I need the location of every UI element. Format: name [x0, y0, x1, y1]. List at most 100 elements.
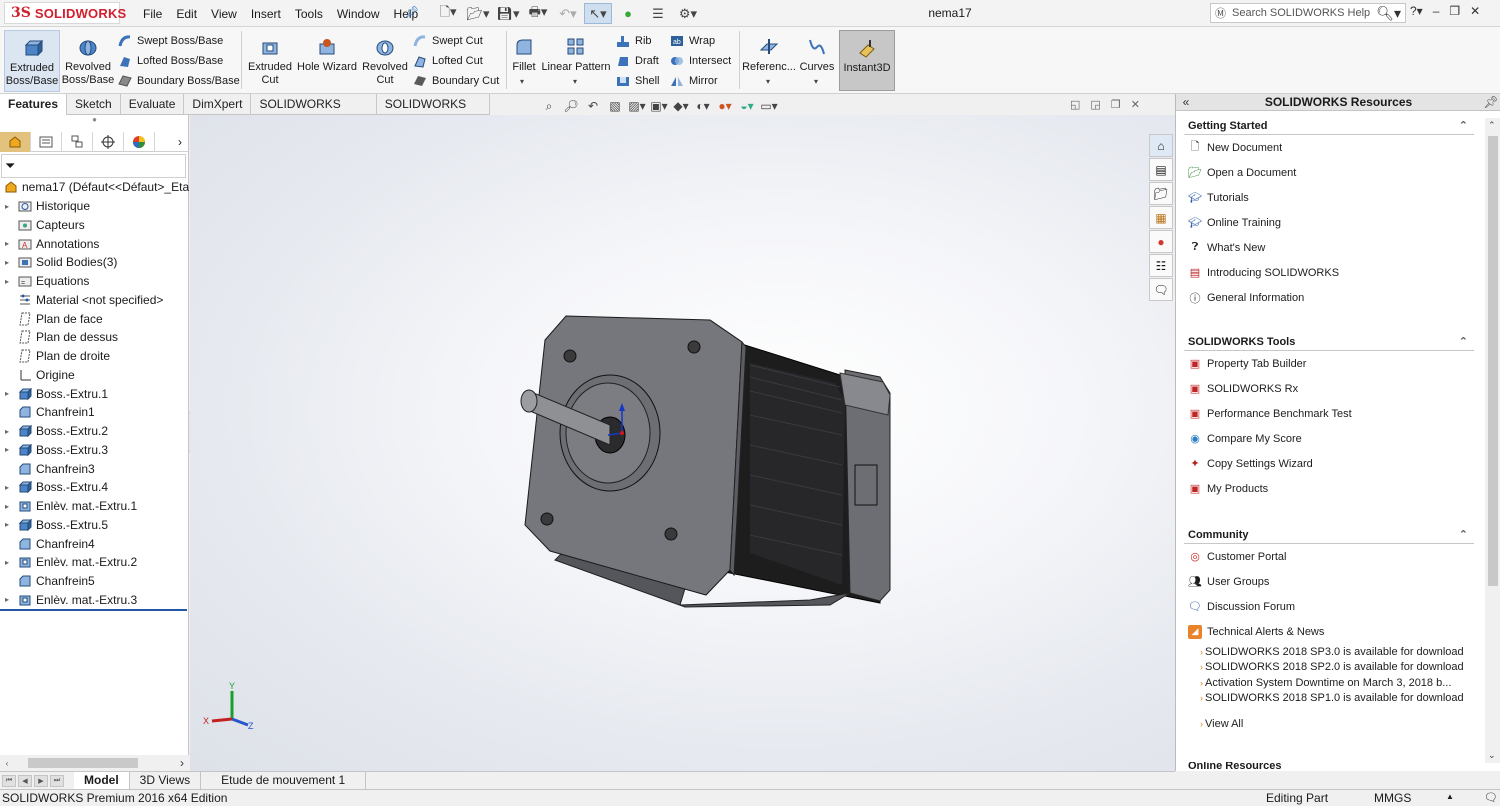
getting-started-header[interactable]: Getting Started ⌃ — [1184, 117, 1474, 135]
discussion-forum-link[interactable]: 🗨︎ Discussion Forum — [1184, 594, 1474, 619]
tree-item[interactable]: ▸ Boss.-Extru.4 — [0, 478, 189, 497]
customer-portal-link[interactable]: ◎ Customer Portal — [1184, 544, 1474, 569]
intersect-button[interactable]: Intersect — [670, 52, 731, 70]
unit-system[interactable]: MMGS — [1374, 791, 1411, 805]
scroll-thumb[interactable] — [28, 758, 138, 768]
menu-view[interactable]: View — [204, 7, 244, 21]
custom-properties-icon[interactable]: ☷ — [1149, 254, 1173, 277]
user-groups-link[interactable]: 👥︎ User Groups — [1184, 569, 1474, 594]
section-view-icon[interactable]: ▧ — [606, 98, 624, 114]
restore-icon[interactable]: ❐ — [1449, 4, 1460, 18]
tree-item[interactable]: ▸ Solid Bodies(3) — [0, 253, 189, 272]
vertical-scrollbar[interactable]: ⌃ ⌄ — [1485, 118, 1500, 763]
open-document-icon[interactable]: 📂︎▾ — [464, 3, 492, 24]
expand-arrow-icon[interactable]: ▸ — [0, 389, 14, 398]
solidworks-rx-link[interactable]: ▣ SOLIDWORKS Rx — [1184, 376, 1474, 401]
chevron-up-icon[interactable]: ⌃ — [1459, 119, 1468, 132]
hole-wizard-button[interactable]: Hole Wizard — [296, 30, 358, 92]
fillet-dropdown-icon[interactable]: ▾ — [520, 77, 524, 86]
tab-features[interactable]: Features — [0, 94, 68, 115]
magnifier-icon[interactable]: 🔍︎▾ — [1376, 5, 1405, 22]
menu-file[interactable]: File — [136, 7, 169, 21]
online-resources-header[interactable]: Online Resources — [1176, 762, 1485, 771]
horizontal-scrollbar[interactable]: ‹ › — [0, 755, 189, 771]
last-tab-icon[interactable]: ⏭ — [50, 774, 64, 787]
solidworks-tools-header[interactable]: SOLIDWORKS Tools ⌃ — [1184, 333, 1474, 351]
zoom-to-area-icon[interactable]: 🔎︎ — [562, 98, 580, 114]
solidworks-resources-home-icon[interactable]: ⌂ — [1149, 134, 1173, 157]
expand-arrow-icon[interactable]: ▸ — [0, 427, 14, 436]
expand-arrow-icon[interactable]: ▸ — [0, 558, 14, 567]
pin-panel-icon[interactable]: 📌︎ — [1481, 95, 1500, 109]
dimxpert-manager-tab-icon[interactable] — [93, 132, 124, 152]
next-tab-icon[interactable]: ▶ — [34, 774, 48, 787]
shell-button[interactable]: Shell — [616, 72, 659, 90]
revolved-cut-button[interactable]: Revolved Cut — [360, 30, 410, 92]
lofted-boss-button[interactable]: Lofted Boss/Base — [118, 52, 223, 70]
tree-item[interactable]: Material <not specified> — [0, 291, 189, 310]
expand-arrow-icon[interactable]: ▸ — [0, 445, 14, 454]
help-question-icon[interactable]: ?▾ — [1410, 4, 1423, 18]
tree-item[interactable]: Plan de droite — [0, 347, 189, 366]
tree-item[interactable]: ▸ Boss.-Extru.5 — [0, 516, 189, 535]
tab-motion-study[interactable]: Etude de mouvement 1 — [201, 771, 367, 790]
revolved-boss-button[interactable]: Revolved Boss/Base — [62, 30, 114, 92]
swept-boss-button[interactable]: Swept Boss/Base — [118, 32, 223, 50]
instant3d-button[interactable]: Instant3D — [839, 30, 895, 91]
quick-tips-icon[interactable]: 🗨︎ — [1484, 791, 1498, 804]
expand-arrow-icon[interactable]: ▸ — [0, 520, 14, 529]
introducing-solidworks-link[interactable]: ▤ Introducing SOLIDWORKS — [1184, 260, 1474, 285]
compare-my-score-link[interactable]: ◉ Compare My Score — [1184, 426, 1474, 451]
previous-view-icon[interactable]: ↶ — [584, 98, 602, 114]
print-icon[interactable]: 🖶︎▾ — [524, 3, 552, 24]
tree-item[interactable]: Origine — [0, 366, 189, 385]
design-library-icon[interactable]: ▤ — [1149, 158, 1173, 181]
solidworks-logo[interactable]: 3S SOLIDWORKS — [4, 2, 126, 24]
viewport-expand-icon[interactable]: ◲ — [1090, 98, 1100, 111]
news-item[interactable]: › SOLIDWORKS 2018 SP2.0 is available for … — [1184, 660, 1474, 676]
menu-window[interactable]: Window — [330, 7, 387, 21]
viewport-restore-icon[interactable]: ❐ — [1111, 98, 1121, 111]
tree-item[interactable]: Capteurs — [0, 216, 189, 235]
rollback-bar[interactable] — [0, 609, 187, 611]
tree-item[interactable]: ▸ A Annotations — [0, 234, 189, 253]
tree-item[interactable]: ▸ = Equations — [0, 272, 189, 291]
motor-model[interactable]: Y X Z — [190, 115, 1175, 771]
first-tab-icon[interactable]: ⏮ — [2, 774, 16, 787]
close-icon[interactable]: ✕ — [1470, 4, 1480, 18]
expand-arrow-icon[interactable]: ▸ — [0, 483, 14, 492]
expand-arrow-icon[interactable]: ▸ — [0, 502, 14, 511]
panel-grip[interactable]: ● — [0, 115, 189, 130]
tree-item[interactable]: Chanfrein5 — [0, 572, 189, 591]
swept-cut-button[interactable]: Swept Cut — [413, 32, 483, 50]
rib-button[interactable]: Rib — [616, 32, 652, 50]
prev-tab-icon[interactable]: ◀ — [18, 774, 32, 787]
dynamic-annotation-icon[interactable]: ▨▾ — [628, 98, 646, 114]
collapse-panel-icon[interactable]: « — [1176, 95, 1196, 109]
extruded-boss-button[interactable]: Extruded Boss/Base — [4, 30, 60, 92]
mirror-button[interactable]: Mirror — [670, 72, 718, 90]
configuration-manager-tab-icon[interactable] — [62, 132, 93, 152]
curves-dropdown-icon[interactable]: ▾ — [814, 77, 818, 86]
news-item[interactable]: › SOLIDWORKS 2018 SP1.0 is available for … — [1184, 691, 1474, 707]
view-settings-icon[interactable]: ▭▾ — [760, 98, 778, 114]
lofted-cut-button[interactable]: Lofted Cut — [413, 52, 483, 70]
tree-item[interactable]: ▸ Enlèv. mat.-Extru.3 — [0, 591, 189, 610]
feature-manager-tab-icon[interactable] — [0, 132, 31, 152]
graphics-area[interactable]: Y X Z — [190, 115, 1175, 771]
tree-item[interactable]: ▸ Boss.-Extru.2 — [0, 422, 189, 441]
chevron-right-icon[interactable]: › — [171, 132, 189, 151]
reference-dropdown-icon[interactable]: ▾ — [766, 77, 770, 86]
menu-tools[interactable]: Tools — [288, 7, 330, 21]
forum-icon[interactable]: 🗨︎ — [1149, 278, 1173, 301]
options-gear-icon[interactable]: ⚙▾ — [674, 3, 702, 24]
general-information-link[interactable]: ⓘ General Information — [1184, 285, 1474, 310]
tab-evaluate[interactable]: Evaluate — [121, 94, 185, 115]
file-explorer-icon[interactable]: 📁︎ — [1149, 182, 1173, 205]
expand-arrow-icon[interactable]: ▸ — [0, 202, 14, 211]
my-products-link[interactable]: ▣ My Products — [1184, 476, 1474, 501]
community-header[interactable]: Community ⌃ — [1184, 526, 1474, 544]
pin-menu-icon[interactable]: 📌︎ — [404, 5, 419, 19]
apply-scene-icon[interactable]: ◒▾ — [738, 98, 756, 114]
chevron-up-icon[interactable]: ⌃ — [1459, 528, 1468, 541]
